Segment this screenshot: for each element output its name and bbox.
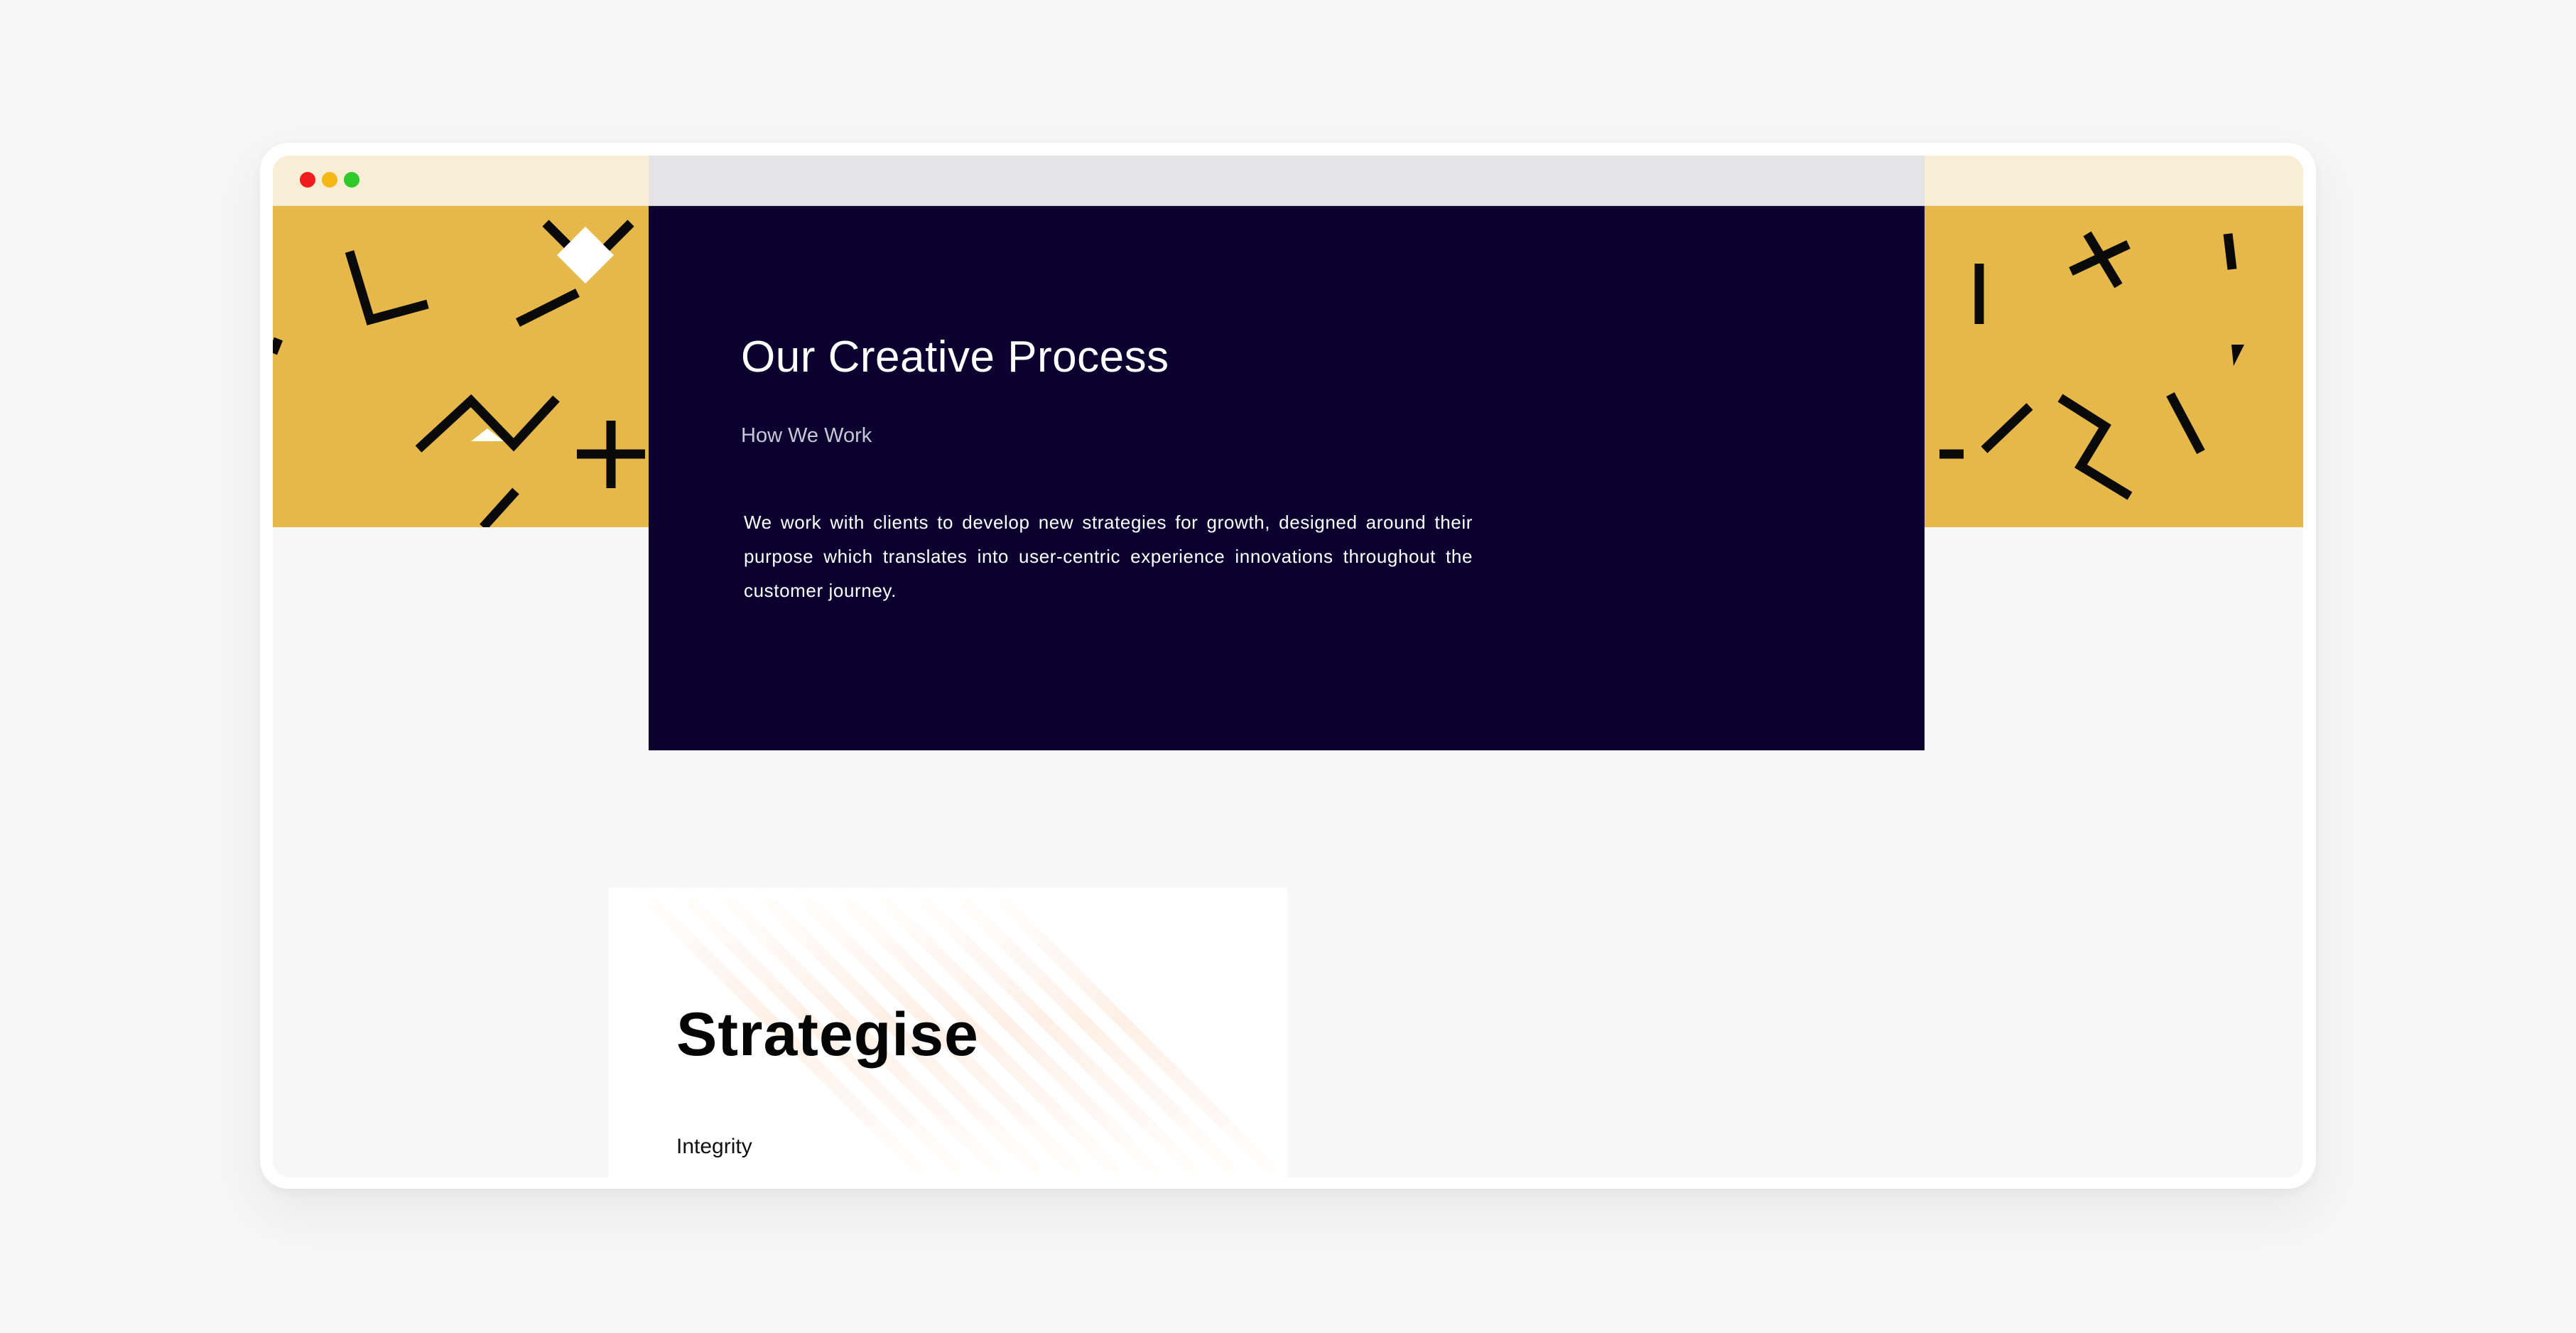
pattern-edge-mark (273, 337, 283, 355)
browser-window: Our Creative Process How We Work We work… (260, 143, 2316, 1189)
card-title: Strategise (676, 1000, 979, 1069)
strategise-card[interactable]: Strategise Integrity (609, 887, 1287, 1177)
hero-description: We work with clients to develop new stra… (744, 512, 1473, 601)
pattern-l-shape (345, 250, 429, 325)
hero-subtitle: How We Work (741, 424, 872, 447)
pattern-backslash (2166, 392, 2205, 455)
pattern-zigzag (415, 394, 560, 453)
pattern-dash (516, 288, 580, 327)
minimize-window-button[interactable] (322, 172, 337, 188)
page-viewport[interactable]: Our Creative Process How We Work We work… (273, 156, 2303, 1177)
pattern-slash (480, 487, 519, 527)
pattern-triangle (2231, 345, 2244, 366)
address-strip (649, 156, 1925, 205)
card-label: Integrity (676, 1135, 752, 1158)
pattern-z-shape (2057, 394, 2133, 500)
hero-panel: Our Creative Process How We Work We work… (649, 205, 1925, 750)
close-window-button[interactable] (300, 172, 315, 188)
pattern-white-diamond (557, 227, 614, 284)
maximize-window-button[interactable] (344, 172, 359, 188)
pattern-slash-right (1981, 403, 2033, 453)
hero-title: Our Creative Process (741, 333, 1169, 382)
pattern-edge-tick (2223, 233, 2237, 270)
